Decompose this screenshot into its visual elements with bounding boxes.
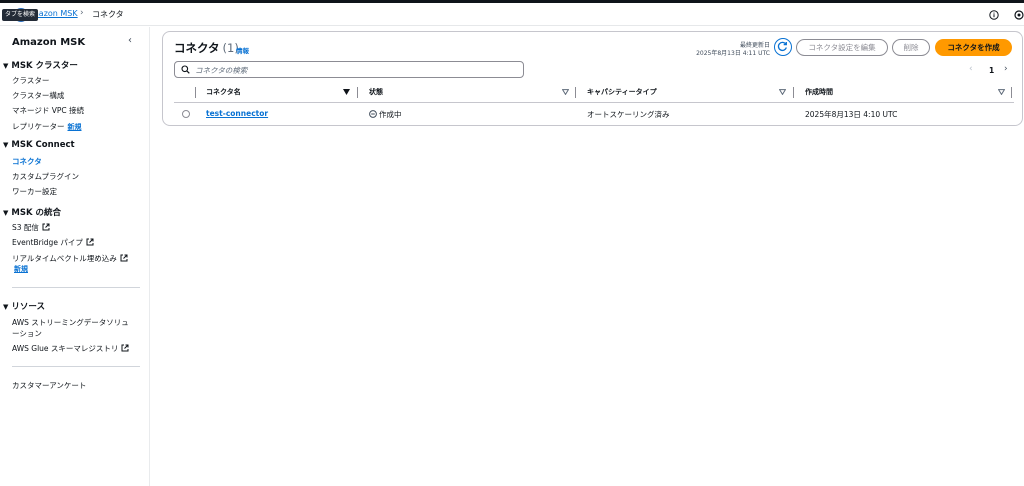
- sidebar-item-cluster-config[interactable]: クラスター構成: [12, 90, 64, 101]
- new-badge: 新規: [14, 265, 28, 273]
- column-separator: [575, 87, 576, 98]
- caret-down-icon: ▼: [3, 141, 9, 149]
- sidebar-item-s3-delivery[interactable]: S3 配信: [12, 222, 50, 233]
- new-badge: 新規: [67, 123, 82, 131]
- section-msk-integration[interactable]: ▼ MSK の統合: [3, 206, 61, 218]
- last-updated-time: 2025年8月13日 4:11 UTC: [696, 50, 770, 57]
- sort-icon[interactable]: [998, 89, 1005, 95]
- divider: [12, 287, 140, 288]
- sidebar-title[interactable]: Amazon MSK: [12, 37, 85, 48]
- sidebar-item-clusters[interactable]: クラスター: [12, 75, 49, 86]
- connector-link[interactable]: test-connector: [206, 109, 268, 118]
- page-header: タブを検索 mazon MSK › コネクタ: [0, 3, 1024, 26]
- column-separator: [1011, 87, 1012, 98]
- sidebar-item-aws-streaming[interactable]: AWS ストリーミングデータソリュ: [12, 317, 129, 328]
- table-cell-capacity: オートスケーリング済み: [587, 110, 670, 119]
- previous-page-icon[interactable]: ‹: [969, 64, 973, 74]
- sidebar-item-custom-plugins[interactable]: カスタムプラグイン: [12, 171, 79, 182]
- column-header-created[interactable]: 作成時間: [805, 87, 833, 101]
- next-page-icon[interactable]: ›: [1004, 64, 1008, 74]
- row-select-radio[interactable]: [182, 110, 190, 118]
- search-tabs-tooltip: タブを検索: [2, 9, 39, 21]
- search-icon: [181, 65, 190, 74]
- create-connector-button[interactable]: コネクタを作成: [935, 39, 1012, 56]
- caret-down-icon: ▼: [3, 209, 9, 217]
- column-separator: [195, 87, 196, 98]
- table-cell-name: test-connector: [206, 109, 268, 118]
- caret-down-icon: ▼: [3, 62, 9, 70]
- sidebar-item-eventbridge[interactable]: EventBridge パイプ: [12, 237, 94, 248]
- sort-icon[interactable]: [779, 89, 786, 95]
- side-navigation: Amazon MSK ‹ ▼ MSK クラスター クラスター クラスター構成 マネ…: [0, 27, 150, 486]
- refresh-icon: [777, 41, 787, 52]
- section-msk-cluster[interactable]: ▼ MSK クラスター: [3, 59, 78, 71]
- chevron-right-icon: ›: [80, 8, 84, 18]
- sidebar-item-vector-embedding[interactable]: リアルタイムベクトル埋め込み: [12, 253, 128, 264]
- page-number[interactable]: 1: [989, 66, 994, 75]
- page-title: コネクタ (1): [174, 41, 239, 55]
- divider: [12, 366, 140, 367]
- external-link-icon: [120, 254, 128, 262]
- column-separator: [793, 87, 794, 98]
- table-cell-status: 作成中: [369, 109, 402, 120]
- connectors-table-container: コネクタ (1) 情報 最終更新日 2025年8月13日 4:11 UTC コネク…: [162, 31, 1023, 126]
- sidebar-item-connectors[interactable]: コネクタ: [12, 156, 42, 167]
- refresh-button[interactable]: [774, 38, 792, 56]
- sidebar-item-worker-config[interactable]: ワーカー設定: [12, 186, 57, 197]
- sidebar-item-survey[interactable]: カスタマーアンケート: [12, 380, 86, 391]
- column-header-status[interactable]: 状態: [369, 87, 383, 101]
- external-link-icon: [86, 238, 94, 246]
- external-link-icon: [42, 223, 50, 231]
- external-link-icon: [121, 344, 129, 352]
- sidebar-item-managed-vpc[interactable]: マネージド VPC 接続: [12, 105, 84, 116]
- settings-icon[interactable]: [1014, 10, 1024, 20]
- section-msk-connect[interactable]: ▼ MSK Connect: [3, 140, 75, 150]
- delete-button[interactable]: 削除: [892, 39, 930, 56]
- sidebar-item-glue-registry[interactable]: AWS Glue スキーマレジストリ: [12, 343, 129, 354]
- column-header-name[interactable]: コネクタ名: [206, 87, 241, 101]
- column-header-capacity[interactable]: キャパシティータイプ: [587, 87, 657, 101]
- search-placeholder: コネクタの検索: [195, 66, 248, 75]
- sidebar-item-aws-streaming-cont[interactable]: ーション: [12, 328, 42, 339]
- info-link[interactable]: 情報: [236, 45, 249, 55]
- sort-descending-icon[interactable]: [343, 89, 350, 95]
- sidebar-item-replicator[interactable]: レプリケーター 新規: [12, 121, 82, 132]
- sort-icon[interactable]: [562, 89, 569, 95]
- column-separator: [357, 87, 358, 98]
- info-circle-icon[interactable]: [989, 10, 999, 20]
- section-resources[interactable]: ▼ リソース: [3, 300, 45, 312]
- table-header-divider: [174, 102, 1014, 103]
- table-cell-created: 2025年8月13日 4:10 UTC: [805, 110, 898, 119]
- caret-down-icon: ▼: [3, 303, 9, 311]
- breadcrumb-current: コネクタ: [92, 10, 124, 19]
- collapse-chevron-icon[interactable]: ‹: [128, 35, 132, 46]
- in-progress-icon: [369, 110, 377, 118]
- edit-connector-button[interactable]: コネクタ設定を編集: [796, 39, 888, 56]
- search-input[interactable]: コネクタの検索: [174, 61, 524, 78]
